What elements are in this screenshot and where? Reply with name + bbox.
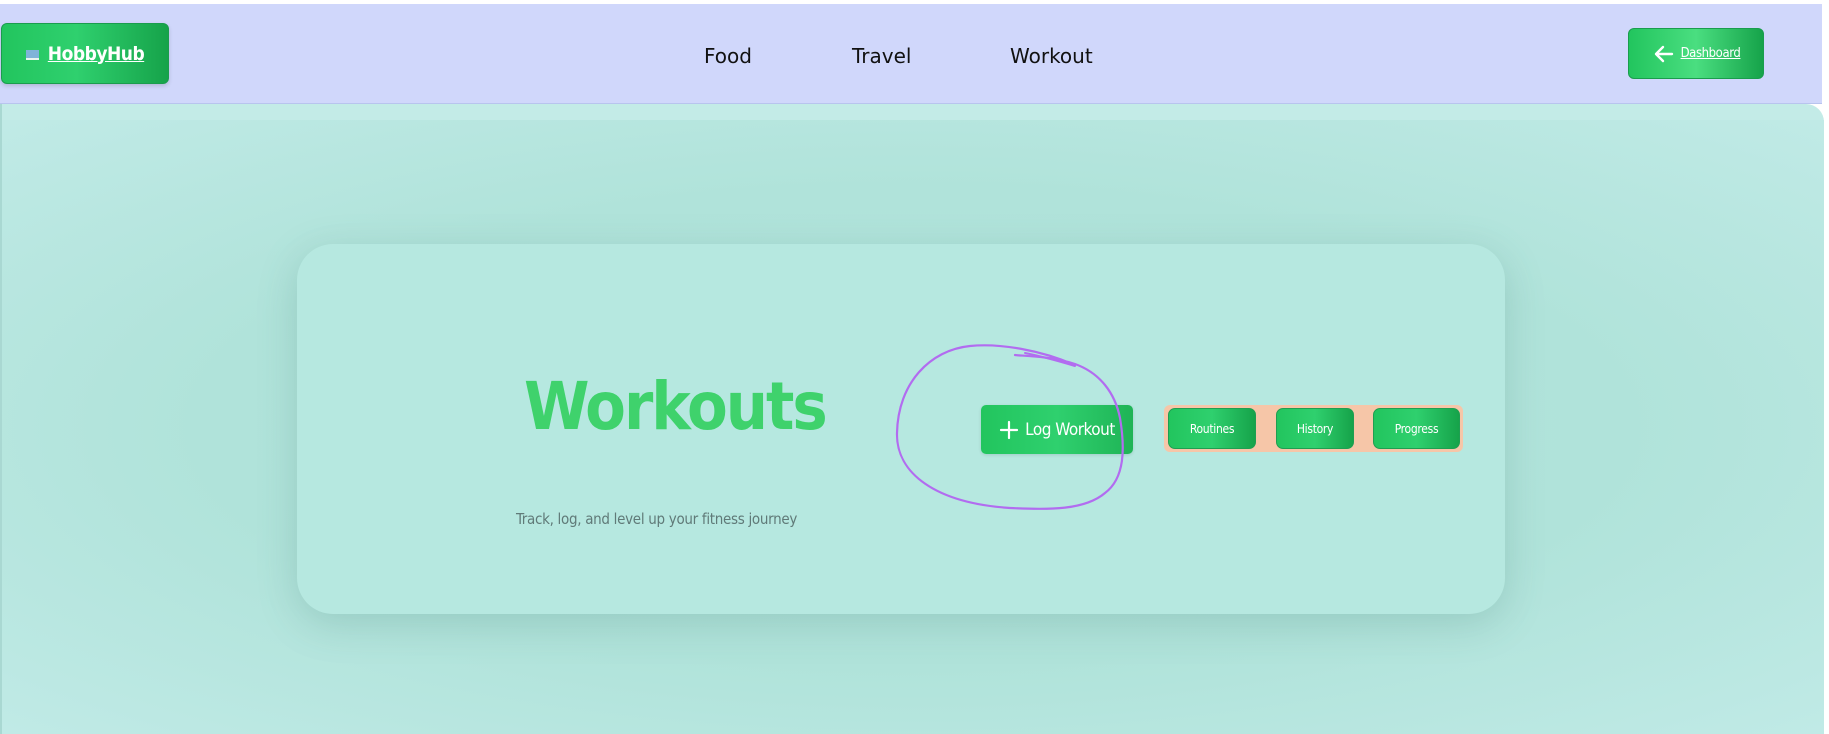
dashboard-button[interactable]: Dashboard (1628, 28, 1764, 79)
page-subtitle: Track, log, and level up your fitness jo… (516, 510, 798, 528)
laptop-icon (25, 49, 39, 60)
dashboard-button-label: Dashboard (1680, 46, 1741, 61)
section-tab-group: Routines History Progress (1164, 405, 1463, 452)
nav-link-workout[interactable]: Workout (1010, 44, 1093, 68)
log-workout-button[interactable]: Log Workout (981, 405, 1133, 454)
brand-button[interactable]: HobbyHub (1, 23, 169, 84)
page-title: Workouts (524, 368, 828, 445)
tab-progress[interactable]: Progress (1373, 408, 1460, 449)
log-workout-label: Log Workout (1025, 419, 1115, 440)
brand-label: HobbyHub (47, 42, 145, 65)
tab-routines[interactable]: Routines (1168, 408, 1256, 449)
nav-link-food[interactable]: Food (704, 44, 752, 68)
top-navbar: HobbyHub Food Travel Workout Dashboard (0, 4, 1822, 104)
tab-history[interactable]: History (1276, 408, 1354, 449)
plus-icon (1000, 420, 1019, 439)
arrow-left-icon (1654, 45, 1673, 62)
nav-link-travel[interactable]: Travel (852, 44, 911, 68)
